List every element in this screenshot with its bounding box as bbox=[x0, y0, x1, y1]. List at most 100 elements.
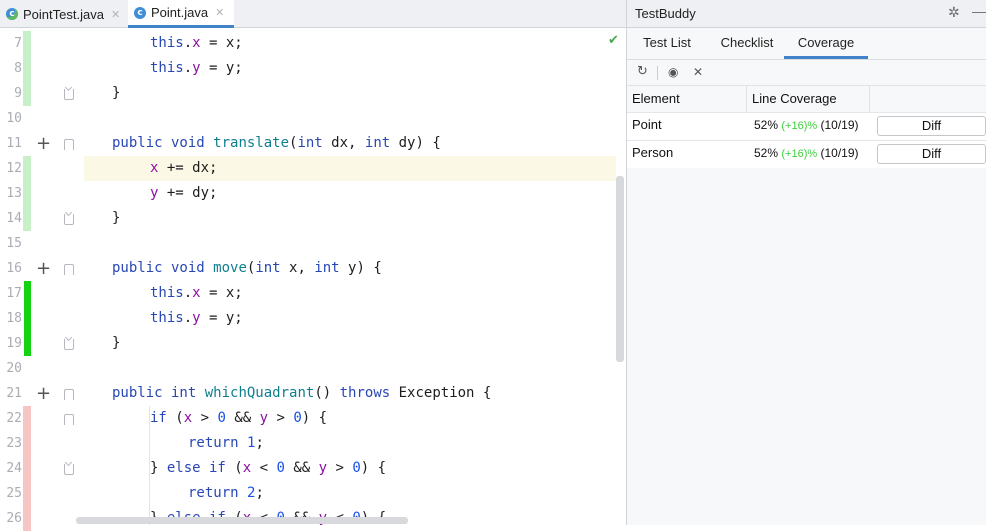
code-line[interactable]: return 1; bbox=[84, 431, 616, 456]
tab-coverage[interactable]: Coverage bbox=[784, 28, 868, 59]
coverage-delta: (+16)% bbox=[781, 148, 818, 160]
toolbar-separator bbox=[657, 66, 658, 80]
tab-point-java[interactable]: c Point.java ✕ bbox=[128, 0, 234, 28]
code-area[interactable]: this.x = x; this.y = y;} public void trans… bbox=[84, 28, 616, 525]
coverage-marker[interactable] bbox=[23, 56, 31, 81]
code-editor[interactable]: c PointTest.java ✕ c Point.java ✕ 7 8 9 10 1… bbox=[0, 0, 626, 531]
add-test-icon[interactable]: + bbox=[36, 256, 51, 281]
coverage-marker[interactable] bbox=[23, 156, 31, 181]
code-line[interactable]: this.x = x; bbox=[84, 281, 616, 306]
line-number[interactable]: 15 bbox=[0, 231, 22, 256]
code-text: return 2; bbox=[188, 485, 264, 501]
code-text: public void translate(int dx, int dy) { bbox=[112, 135, 441, 151]
diff-button[interactable]: Diff bbox=[877, 144, 986, 164]
fold-icon[interactable] bbox=[64, 464, 74, 475]
line-number[interactable]: 16 bbox=[0, 256, 22, 281]
coverage-marker[interactable] bbox=[24, 281, 31, 306]
code-line[interactable] bbox=[84, 356, 616, 381]
code-text: } bbox=[112, 335, 121, 351]
refresh-icon[interactable]: ↻ bbox=[637, 64, 648, 79]
clear-icon[interactable]: ✕ bbox=[693, 65, 703, 79]
code-line[interactable]: this.y = y; bbox=[84, 306, 616, 331]
line-number[interactable]: 8 bbox=[0, 56, 22, 81]
eye-icon[interactable]: ◉ bbox=[668, 65, 678, 79]
add-test-icon[interactable]: + bbox=[36, 381, 51, 406]
code-text: x += dx; bbox=[150, 160, 218, 176]
code-line[interactable]: if (x > 0 && y > 0) { bbox=[84, 406, 616, 431]
element-name: Person bbox=[632, 145, 674, 160]
table-row[interactable]: Point 52% (+16)% (10/19) Diff bbox=[627, 112, 986, 140]
line-number[interactable]: 9 bbox=[0, 81, 22, 106]
code-line[interactable]: public int whichQuadrant() throws Except… bbox=[84, 381, 616, 406]
minimize-icon[interactable]: — bbox=[972, 3, 986, 19]
code-line[interactable]: } bbox=[84, 206, 616, 231]
code-line[interactable]: } bbox=[84, 81, 616, 106]
code-line[interactable] bbox=[84, 106, 616, 131]
code-line[interactable]: return 2; bbox=[84, 481, 616, 506]
tab-pointtest-java[interactable]: c PointTest.java ✕ bbox=[0, 0, 125, 28]
tab-checklist[interactable]: Checklist bbox=[710, 28, 784, 59]
close-icon[interactable]: ✕ bbox=[215, 6, 224, 19]
table-row[interactable]: Person 52% (+16)% (10/19) Diff bbox=[627, 140, 986, 168]
line-number[interactable]: 12 bbox=[0, 156, 22, 181]
fold-icon[interactable] bbox=[64, 414, 74, 425]
code-line[interactable] bbox=[84, 231, 616, 256]
code-text: public void move(int x, int y) { bbox=[112, 260, 382, 276]
line-number[interactable]: 26 bbox=[0, 506, 22, 531]
line-number[interactable]: 13 bbox=[0, 181, 22, 206]
code-line[interactable]: } else if (x < 0 && y > 0) { bbox=[84, 456, 616, 481]
coverage-marker[interactable] bbox=[23, 181, 31, 206]
fold-icon[interactable] bbox=[64, 339, 74, 350]
horizontal-scrollbar[interactable] bbox=[76, 517, 408, 524]
line-number[interactable]: 14 bbox=[0, 206, 22, 231]
line-number[interactable]: 25 bbox=[0, 481, 22, 506]
gear-icon[interactable]: ✲ bbox=[948, 5, 960, 21]
code-line[interactable]: this.x = x; bbox=[84, 31, 616, 56]
coverage-marker[interactable] bbox=[23, 31, 31, 56]
inspection-ok-icon[interactable]: ✔ bbox=[608, 33, 619, 48]
close-icon[interactable]: ✕ bbox=[111, 8, 120, 21]
coverage-marker[interactable] bbox=[23, 406, 31, 431]
line-number[interactable]: 24 bbox=[0, 456, 22, 481]
code-line[interactable]: x += dx; bbox=[84, 156, 616, 181]
fold-icon[interactable] bbox=[64, 139, 74, 150]
add-test-icon[interactable]: + bbox=[36, 131, 51, 156]
line-number[interactable]: 11 bbox=[0, 131, 22, 156]
code-text: this.x = x; bbox=[150, 35, 243, 51]
code-line[interactable]: public void move(int x, int y) { bbox=[84, 256, 616, 281]
tab-test-list[interactable]: Test List bbox=[630, 28, 704, 59]
coverage-marker[interactable] bbox=[23, 506, 31, 531]
code-text: public int whichQuadrant() throws Except… bbox=[112, 385, 492, 401]
line-number[interactable]: 22 bbox=[0, 406, 22, 431]
coverage-marker[interactable] bbox=[23, 81, 31, 106]
coverage-marker[interactable] bbox=[23, 431, 31, 456]
code-line[interactable]: this.y = y; bbox=[84, 56, 616, 81]
coverage-marker[interactable] bbox=[24, 331, 31, 356]
coverage-marker[interactable] bbox=[23, 481, 31, 506]
element-name: Point bbox=[632, 117, 662, 132]
editor-gutter[interactable]: 7 8 9 10 11 +12 13 14 15 16 +17 18 19 20 21 +22 23 24 25 26 bbox=[0, 28, 84, 531]
column-header-line-coverage[interactable]: Line Coverage bbox=[747, 86, 870, 112]
fold-icon[interactable] bbox=[64, 264, 74, 275]
fold-icon[interactable] bbox=[64, 89, 74, 100]
fold-icon[interactable] bbox=[64, 389, 74, 400]
diff-button[interactable]: Diff bbox=[877, 116, 986, 136]
code-line[interactable]: y += dy; bbox=[84, 181, 616, 206]
line-number[interactable]: 17 bbox=[0, 281, 22, 306]
line-number[interactable]: 18 bbox=[0, 306, 22, 331]
coverage-marker[interactable] bbox=[23, 456, 31, 481]
fold-icon[interactable] bbox=[64, 214, 74, 225]
coverage-marker[interactable] bbox=[23, 206, 31, 231]
vertical-scrollbar[interactable] bbox=[616, 176, 624, 362]
code-line[interactable]: public void translate(int dx, int dy) { bbox=[84, 131, 616, 156]
coverage-marker[interactable] bbox=[24, 306, 31, 331]
line-number[interactable]: 10 bbox=[0, 106, 22, 131]
column-header-element[interactable]: Element bbox=[627, 86, 747, 112]
code-line[interactable]: } bbox=[84, 331, 616, 356]
tab-label: Point.java bbox=[151, 5, 209, 20]
line-number[interactable]: 21 bbox=[0, 381, 22, 406]
line-number[interactable]: 20 bbox=[0, 356, 22, 381]
line-number[interactable]: 7 bbox=[0, 31, 22, 56]
line-number[interactable]: 19 bbox=[0, 331, 22, 356]
line-number[interactable]: 23 bbox=[0, 431, 22, 456]
